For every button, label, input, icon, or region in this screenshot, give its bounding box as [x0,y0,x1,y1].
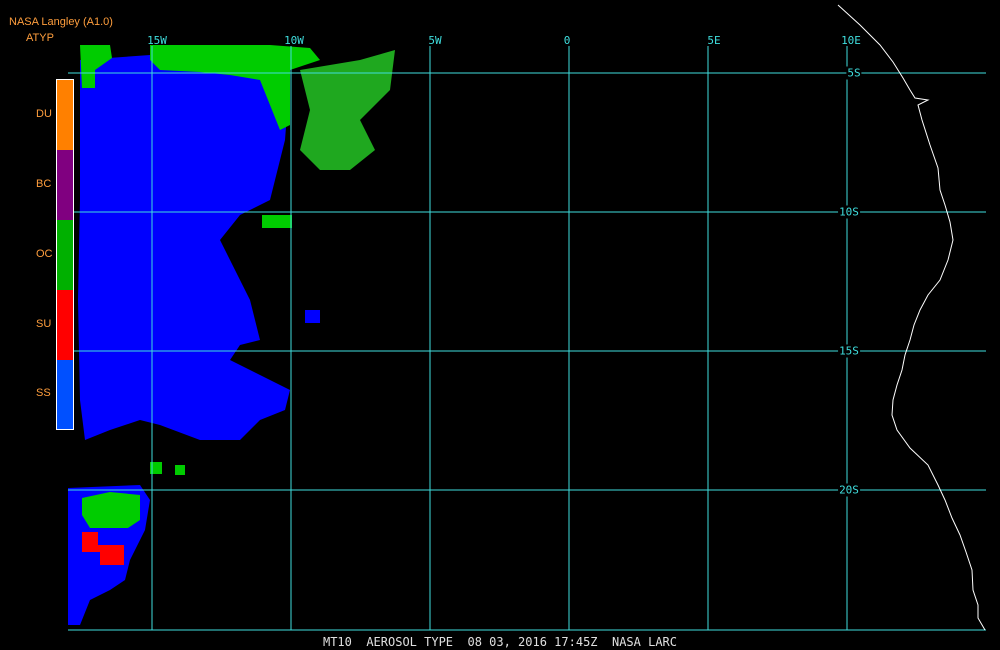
legend-label-ss: SS [36,387,51,399]
lon-label-5e: 5E [707,34,721,47]
lat-label-20s: 20S [838,483,860,497]
lon-label-5w: 5W [428,34,442,47]
lon-label-10w: 10W [284,34,304,47]
legend-label-du: DU [36,108,52,120]
map-canvas [68,4,986,631]
lat-label-15s: 15S [838,344,860,358]
aerosol-field [68,45,395,625]
ss-patch-east [305,310,320,323]
lon-label-15w: 15W [147,34,167,47]
ss-region-north [78,55,290,440]
oc-region-sparse [300,50,395,170]
oc-region-south [82,492,140,528]
oc-speck-south [150,462,185,475]
oc-patch-mid [262,215,292,228]
legend-swatch-ss [57,360,73,429]
legend-swatch-su [57,290,73,360]
lon-label-0: 0 [563,34,571,47]
lat-label-10s: 10S [838,205,860,219]
legend-label-bc: BC [36,178,52,190]
coastline [837,4,986,631]
legend-label-su: SU [36,318,52,330]
legend-swatch-oc [57,220,73,290]
lat-label-5s: 5S [846,66,862,80]
legend-label-oc: OC [36,248,53,260]
lon-label-10e: 10E [841,34,861,47]
legend-swatch-bc [57,150,73,220]
map-caption: MT10 AEROSOL TYPE 08 03, 2016 17:45Z NAS… [322,635,677,649]
aerosol-type-legend [56,79,74,430]
legend-swatch-du [57,80,73,150]
